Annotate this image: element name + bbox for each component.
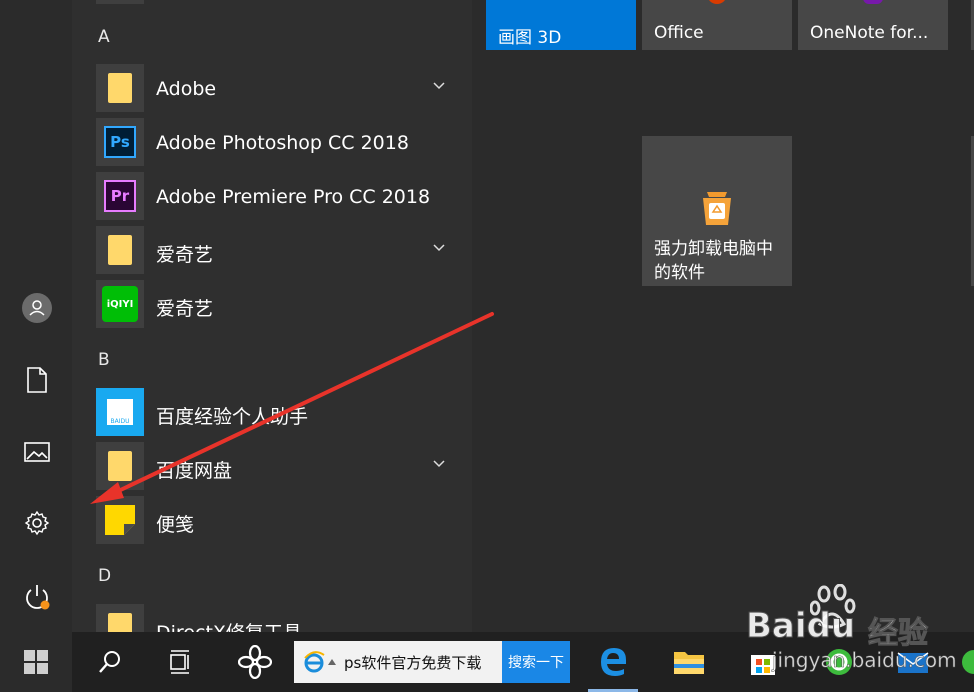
left-rail bbox=[0, 0, 72, 632]
folder-icon bbox=[96, 64, 144, 112]
gear-icon bbox=[24, 510, 50, 536]
watermark-brand-cn: 经验 bbox=[868, 616, 929, 652]
search-taskbar-button[interactable] bbox=[86, 632, 134, 692]
start-button[interactable] bbox=[0, 632, 72, 692]
pinwheel-app-button[interactable] bbox=[230, 632, 280, 692]
app-label: 爱奇艺 bbox=[156, 298, 214, 320]
account-button[interactable] bbox=[14, 285, 60, 331]
app-label: 百度网盘 bbox=[156, 460, 233, 482]
tile-label: Office bbox=[654, 23, 704, 43]
app-label: Adobe Photoshop CC 2018 bbox=[156, 132, 409, 154]
task-view-button[interactable] bbox=[156, 632, 204, 692]
ie-icon bbox=[304, 651, 325, 673]
app-label: Adobe bbox=[156, 78, 217, 100]
folder-icon bbox=[96, 604, 144, 632]
tile-onenote[interactable]: OneNote for... bbox=[798, 0, 948, 50]
picture-icon bbox=[24, 442, 50, 462]
app-label: 便笺 bbox=[156, 514, 195, 536]
onenote-icon bbox=[863, 0, 883, 4]
office-icon bbox=[707, 0, 727, 4]
user-icon bbox=[22, 293, 52, 323]
search-input[interactable]: ps软件官方免费下载 bbox=[344, 652, 481, 673]
watermark-brand: Baidu bbox=[745, 606, 856, 647]
pr-glyph: Pr bbox=[104, 180, 136, 212]
section-header-b[interactable]: B bbox=[98, 350, 110, 370]
chevron-down-icon[interactable] bbox=[432, 78, 446, 92]
iqiyi-glyph: iQIYI bbox=[102, 286, 138, 322]
chevron-down-icon[interactable] bbox=[432, 456, 446, 470]
app-label: DirectX修复工具 bbox=[156, 618, 302, 632]
tiles-area: 画图 3D Office OneNote for... 强力卸载电脑中 的软件 bbox=[472, 0, 974, 632]
baidu-glyph: BAIDU bbox=[107, 399, 133, 425]
app-label: Adobe Premiere Pro CC 2018 bbox=[156, 186, 431, 208]
folder-icon bbox=[674, 652, 704, 674]
search-icon bbox=[99, 651, 120, 673]
app-list[interactable]: A Adobe Ps Adobe Photoshop CC 2018 Pr Ad… bbox=[72, 0, 472, 632]
power-button[interactable] bbox=[14, 574, 60, 620]
baidu-jingyan-icon: BAIDU bbox=[96, 388, 144, 436]
tile-uninstall[interactable]: 强力卸载电脑中 的软件 bbox=[642, 136, 792, 286]
app-baidu-pan-folder[interactable]: 百度网盘 bbox=[96, 442, 456, 490]
tile-label: OneNote for... bbox=[810, 23, 929, 43]
folder-icon bbox=[96, 226, 144, 274]
pictures-button[interactable] bbox=[14, 429, 60, 475]
caret-up-icon[interactable] bbox=[328, 658, 336, 666]
tile-office[interactable]: Office bbox=[642, 0, 792, 50]
pinwheel-icon bbox=[238, 645, 272, 679]
web-search-box[interactable]: ps软件官方免费下载 bbox=[294, 641, 502, 683]
chevron-down-icon[interactable] bbox=[432, 240, 446, 254]
app-label: 爱奇艺 bbox=[156, 244, 214, 266]
section-header-d[interactable]: D bbox=[98, 566, 111, 586]
app-iqiyi-folder[interactable]: 爱奇艺 bbox=[96, 226, 456, 274]
sticky-notes-icon bbox=[96, 496, 144, 544]
iqiyi-icon: iQIYI bbox=[96, 280, 144, 328]
settings-button[interactable] bbox=[14, 500, 60, 546]
file-explorer-button[interactable] bbox=[664, 632, 714, 692]
task-view-icon bbox=[170, 650, 189, 674]
watermark-url: jingyan.baidu.com bbox=[772, 648, 957, 673]
list-item-partial bbox=[96, 0, 144, 4]
premiere-icon: Pr bbox=[96, 172, 144, 220]
app-photoshop[interactable]: Ps Adobe Photoshop CC 2018 bbox=[96, 118, 456, 166]
document-icon bbox=[27, 367, 47, 393]
tile-label: 画图 3D bbox=[498, 28, 562, 48]
app-iqiyi[interactable]: iQIYI 爱奇艺 bbox=[96, 280, 456, 328]
tile-paint3d[interactable]: 画图 3D bbox=[486, 0, 636, 50]
trash-icon bbox=[703, 192, 731, 225]
section-header-a[interactable]: A bbox=[98, 27, 110, 47]
ps-glyph: Ps bbox=[104, 126, 136, 158]
app-label: 百度经验个人助手 bbox=[156, 406, 309, 428]
tile-label-line1: 强力卸载电脑中 bbox=[654, 239, 773, 259]
edge-button[interactable] bbox=[588, 632, 638, 692]
photoshop-icon: Ps bbox=[96, 118, 144, 166]
app-baidu-jingyan[interactable]: BAIDU 百度经验个人助手 bbox=[96, 388, 456, 436]
search-submit-button[interactable]: 搜索一下 bbox=[502, 641, 570, 683]
app-adobe-folder[interactable]: Adobe bbox=[96, 64, 456, 112]
tile-label-line2: 的软件 bbox=[654, 263, 705, 283]
documents-button[interactable] bbox=[14, 357, 60, 403]
app-sticky-notes[interactable]: 便笺 bbox=[96, 496, 456, 544]
app-premiere[interactable]: Pr Adobe Premiere Pro CC 2018 bbox=[96, 172, 456, 220]
edge-icon bbox=[601, 647, 626, 676]
note-icon bbox=[105, 505, 135, 535]
folder-icon bbox=[96, 442, 144, 490]
app-directx-folder[interactable]: DirectX修复工具 bbox=[96, 604, 456, 632]
baidu-watermark: Baidu 经验 jingyan.baidu.com bbox=[740, 584, 974, 692]
power-icon bbox=[26, 585, 50, 610]
windows-logo-icon bbox=[24, 650, 48, 674]
